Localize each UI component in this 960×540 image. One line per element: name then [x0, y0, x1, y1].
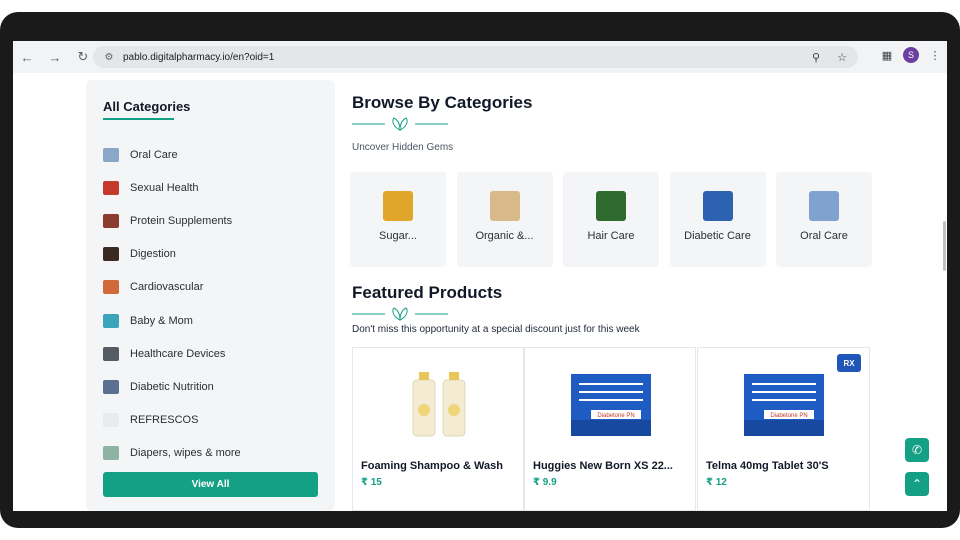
- category-card[interactable]: Organic &...: [456, 172, 553, 267]
- scroll-top-button[interactable]: ⌃: [905, 472, 929, 496]
- browse-title: Browse By Categories: [352, 93, 533, 112]
- category-thumbnail: [103, 280, 119, 295]
- profile-avatar[interactable]: S: [903, 47, 919, 63]
- box-brand-text: Diabetone PN: [770, 413, 807, 419]
- whatsapp-button[interactable]: ✆: [905, 438, 929, 462]
- sidebar-category-label: Diabetic Nutrition: [130, 380, 214, 393]
- sidebar-category-item[interactable]: Protein Supplements: [103, 204, 323, 237]
- category-card[interactable]: Sugar...: [350, 172, 446, 267]
- category-thumbnail: [103, 180, 119, 195]
- category-card-label: Oral Care: [800, 230, 848, 242]
- page-scrollbar[interactable]: [943, 221, 946, 271]
- browser-window: ← → ↻ ⚙ pablo.digitalpharmacy.io/en?oid=…: [13, 41, 947, 511]
- medicine-box-image: Diabetone PN: [744, 374, 824, 436]
- category-card-image: [596, 191, 626, 221]
- category-card-label: Hair Care: [587, 230, 635, 242]
- product-card[interactable]: Diabetone PN Huggies New Born XS 22... ₹…: [524, 347, 696, 511]
- sidebar-category-item[interactable]: Digestion: [103, 238, 323, 271]
- product-card[interactable]: Foaming Shampoo & Wash ₹ 15: [352, 347, 524, 511]
- category-thumbnail: [103, 413, 119, 428]
- category-card-label: Sugar...: [379, 230, 417, 242]
- sidebar-category-item[interactable]: Oral Care: [103, 138, 323, 171]
- sidebar-category-item[interactable]: Diabetic Nutrition: [103, 370, 323, 403]
- category-thumbnail: [103, 213, 119, 228]
- browser-toolbar: ← → ↻ ⚙ pablo.digitalpharmacy.io/en?oid=…: [13, 41, 947, 73]
- category-card-image: [489, 191, 520, 221]
- chevron-up-icon: ⌃: [911, 477, 923, 491]
- back-arrow-icon[interactable]: ←: [17, 47, 37, 67]
- location-icon[interactable]: ⚲: [808, 49, 824, 65]
- category-card[interactable]: Oral Care: [776, 172, 872, 267]
- sidebar-category-label: REFRESCOS: [130, 414, 199, 427]
- category-card[interactable]: Diabetic Care: [669, 172, 766, 267]
- sidebar-category-label: Oral Care: [130, 148, 178, 161]
- sidebar-category-label: Digestion: [130, 248, 176, 261]
- leaf-divider-icon: [352, 117, 448, 131]
- category-list: Oral Care Sexual Health Protein Supplement…: [103, 138, 323, 470]
- product-name[interactable]: Foaming Shampoo & Wash: [361, 460, 503, 472]
- extensions-icon[interactable]: ▦: [879, 47, 895, 63]
- sidebar-category-item[interactable]: REFRESCOS: [103, 404, 323, 437]
- url-text: pablo.digitalpharmacy.io/en?oid=1: [123, 51, 275, 63]
- sidebar-category-label: Healthcare Devices: [130, 347, 226, 360]
- category-thumbnail: [103, 346, 119, 361]
- site-settings-icon[interactable]: ⚙: [101, 49, 117, 65]
- category-card[interactable]: Hair Care: [563, 172, 659, 267]
- medicine-box-image: Diabetone PN: [571, 374, 651, 436]
- product-price: ₹ 15: [361, 477, 382, 488]
- category-card-image: [383, 191, 413, 221]
- sidebar-title-underline: [103, 118, 174, 120]
- product-price: ₹ 9.9: [533, 477, 557, 488]
- address-bar[interactable]: ⚙ pablo.digitalpharmacy.io/en?oid=1 ⚲ ☆: [93, 46, 858, 68]
- sidebar-title: All Categories: [103, 99, 191, 114]
- categories-sidebar: All Categories Oral Care Sexual Health Pro…: [86, 80, 335, 511]
- star-icon[interactable]: ☆: [834, 49, 850, 65]
- category-thumbnail: [103, 147, 119, 162]
- sidebar-category-item[interactable]: Baby & Mom: [103, 304, 323, 337]
- box-brand-text: Diabetone PN: [597, 413, 634, 419]
- shampoo-bottles-image: [412, 372, 466, 437]
- sidebar-category-label: Sexual Health: [130, 181, 199, 194]
- sidebar-category-item[interactable]: Diapers, wipes & more: [103, 437, 323, 470]
- sidebar-category-label: Baby & Mom: [130, 314, 193, 327]
- product-name[interactable]: Telma 40mg Tablet 30'S: [706, 460, 829, 472]
- sidebar-category-label: Cardiovascular: [130, 281, 204, 294]
- sidebar-category-item[interactable]: Sexual Health: [103, 171, 323, 204]
- category-thumbnail: [103, 247, 119, 262]
- sidebar-category-label: Diapers, wipes & more: [130, 447, 241, 460]
- browse-subtitle: Uncover Hidden Gems: [352, 142, 454, 153]
- product-name[interactable]: Huggies New Born XS 22...: [533, 460, 673, 472]
- category-thumbnail: [103, 313, 119, 328]
- view-all-button[interactable]: View All: [103, 472, 318, 497]
- category-card-label: Diabetic Care: [684, 230, 751, 242]
- page-frame: ← → ↻ ⚙ pablo.digitalpharmacy.io/en?oid=…: [0, 0, 960, 540]
- featured-subtitle: Don't miss this opportunity at a special…: [352, 324, 640, 335]
- category-thumbnail: [103, 379, 119, 394]
- sidebar-category-label: Protein Supplements: [130, 214, 233, 227]
- category-thumbnail: [103, 446, 119, 461]
- leaf-divider-icon: [352, 307, 448, 321]
- category-card-image: [702, 191, 733, 221]
- whatsapp-icon: ✆: [911, 443, 923, 457]
- rx-badge: RX: [837, 354, 861, 372]
- sidebar-category-item[interactable]: Healthcare Devices: [103, 337, 323, 370]
- menu-dots-icon[interactable]: ⋮: [927, 47, 943, 63]
- featured-title: Featured Products: [352, 283, 503, 302]
- product-card[interactable]: Diabetone PN RX Telma 40mg Tablet 30'S ₹…: [697, 347, 870, 511]
- category-card-image: [809, 191, 839, 221]
- category-card-label: Organic &...: [475, 230, 534, 242]
- reload-icon[interactable]: ↻: [73, 47, 93, 67]
- sidebar-category-item[interactable]: Cardiovascular: [103, 271, 323, 304]
- product-price: ₹ 12: [706, 477, 727, 488]
- forward-arrow-icon[interactable]: →: [45, 47, 65, 67]
